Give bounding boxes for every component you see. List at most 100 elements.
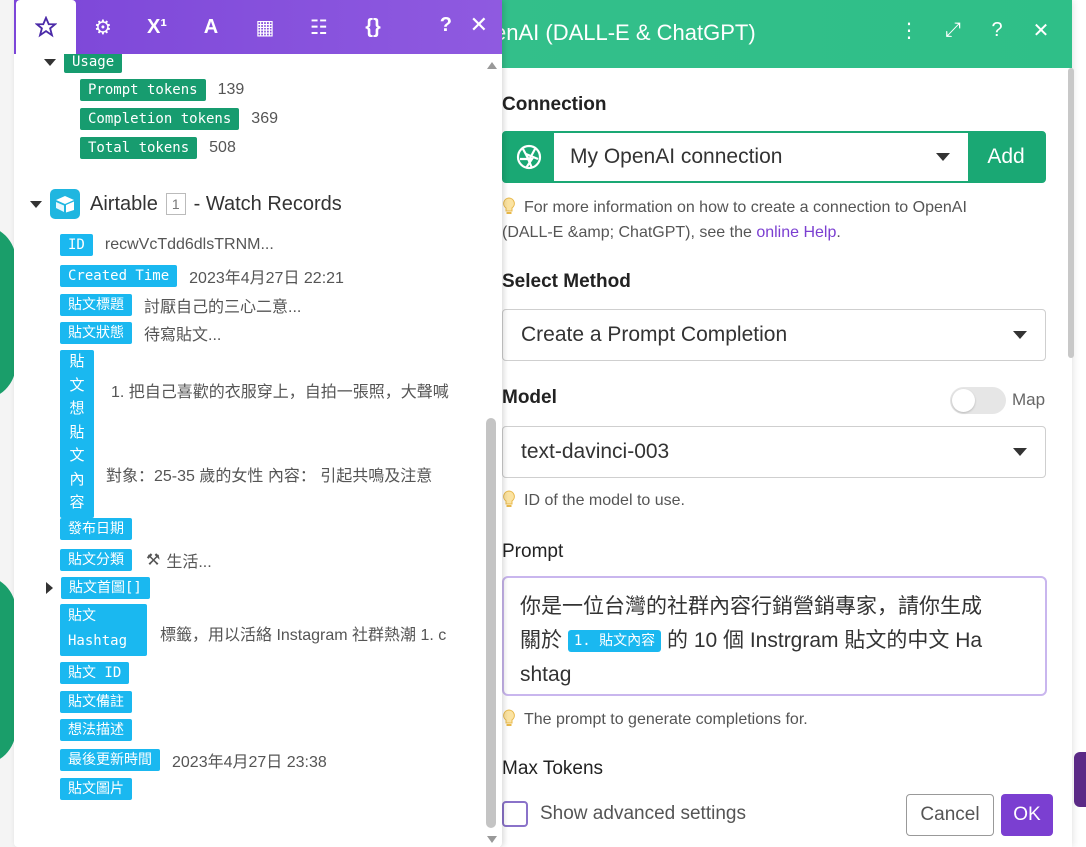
- total-tokens-pill[interactable]: Total tokens: [80, 137, 198, 159]
- usage-pill[interactable]: Usage: [64, 54, 123, 73]
- more-vertical-icon[interactable]: ⋮: [898, 18, 920, 43]
- prompt-tokens-pill[interactable]: Prompt tokens: [80, 79, 206, 101]
- close-icon[interactable]: ✕: [470, 12, 488, 38]
- calendar-icon: ▦: [255, 16, 275, 39]
- tab-gear-icon[interactable]: ⚙: [76, 0, 130, 54]
- connection-label: Connection: [502, 94, 607, 115]
- tab-braces-icon[interactable]: {}: [346, 0, 400, 54]
- connection-hint-text: For more information on how to create a …: [524, 199, 967, 216]
- chevron-down-icon: [1013, 331, 1027, 339]
- pill-char: 文: [69, 376, 85, 394]
- tab-calendar-icon[interactable]: ▦: [238, 0, 292, 54]
- tab-table-icon[interactable]: ☷: [292, 0, 346, 54]
- field-pill-id[interactable]: ID: [60, 234, 93, 256]
- gear-icon: ⚙: [94, 16, 112, 39]
- chevron-right-icon[interactable]: [46, 582, 53, 594]
- openai-logo-icon: [504, 133, 554, 181]
- canvas-edge-decoration: [1074, 752, 1086, 807]
- tab-star-icon[interactable]: [16, 0, 76, 54]
- field-pill-post-category[interactable]: 貼文分類: [60, 549, 132, 571]
- list-item[interactable]: 想法描述: [60, 719, 132, 741]
- expand-icon[interactable]: ⤢: [942, 19, 964, 42]
- field-pill-cover-image[interactable]: 貼文首圖[]: [61, 577, 150, 599]
- model-select[interactable]: text-davinci-003: [502, 426, 1046, 478]
- chevron-down-icon[interactable]: [44, 58, 56, 66]
- ok-button[interactable]: OK: [1001, 794, 1053, 836]
- module-name: Airtable: [90, 192, 158, 215]
- connection-select[interactable]: My OpenAI connection: [554, 133, 968, 181]
- list-item[interactable]: 貼文備註: [60, 691, 132, 713]
- list-item[interactable]: Created Time 2023年4月27日 22:21: [60, 264, 344, 288]
- field-pill-post-note[interactable]: 貼文備註: [60, 691, 132, 713]
- help-icon[interactable]: ?: [440, 14, 452, 37]
- list-item[interactable]: 最後更新時間 2023年4月27日 23:38: [60, 748, 327, 772]
- field-pill-post-image[interactable]: 貼文圖片: [60, 778, 132, 800]
- field-value-post-category: 生活...: [166, 554, 212, 571]
- list-item[interactable]: 貼文標題 討厭自己的三心二意...: [60, 293, 301, 317]
- field-value-text: 1. 把自己喜歡的衣服穿上，自拍一張照，大聲喊: [111, 384, 449, 401]
- tree-node-usage[interactable]: Usage: [44, 54, 123, 73]
- field-pill-post-idea-content[interactable]: 貼 文 想 貼 文 內 容: [60, 350, 94, 518]
- method-select[interactable]: Create a Prompt Completion: [502, 309, 1046, 361]
- list-item[interactable]: 貼文狀態 待寫貼文...: [60, 321, 221, 345]
- list-item[interactable]: 發布日期: [60, 518, 132, 540]
- airtable-logo-icon: [50, 189, 80, 219]
- help-icon[interactable]: ?: [986, 19, 1008, 42]
- tree-node-cover-image[interactable]: 貼文首圖[]: [46, 577, 150, 599]
- module-action: - Watch Records: [193, 192, 342, 215]
- online-help-link[interactable]: online Help: [756, 224, 836, 241]
- field-value-post-content: 對象：25-35 歲的女性 內容： 引起共鳴及注意: [106, 462, 471, 486]
- text-icon: A: [203, 15, 219, 38]
- field-pill-created-time[interactable]: Created Time: [60, 265, 178, 287]
- prompt-input[interactable]: 你是一位台灣的社群內容行銷營銷專家，請你生成 關於 1. 貼文內容 的 10 個…: [502, 576, 1047, 696]
- connection-select-group: My OpenAI connection Add: [502, 131, 1046, 183]
- mapping-tabs: ⚙ X¹ A ▦ ☷ {} ? ✕: [14, 0, 502, 54]
- scroll-down-icon[interactable]: [487, 836, 497, 843]
- advanced-settings-row[interactable]: Show advanced settings: [502, 801, 746, 827]
- tree-node-airtable[interactable]: Airtable 1 - Watch Records: [30, 189, 342, 219]
- prompt-mapped-pill[interactable]: 1. 貼文內容: [567, 630, 662, 652]
- close-icon[interactable]: ✕: [1030, 18, 1052, 43]
- field-pill-post-id[interactable]: 貼文 ID: [60, 662, 130, 684]
- tool-icon: ⚒: [146, 552, 161, 569]
- chevron-down-icon: [1013, 448, 1027, 456]
- list-item[interactable]: ID recwVcTdd6dlsTRNM...: [60, 234, 274, 256]
- field-value-text: 對象：25-35 歲的女性 內容： 引起共鳴及注意: [106, 468, 433, 485]
- cancel-button[interactable]: Cancel: [906, 794, 994, 836]
- model-hint-text: ID of the model to use.: [524, 492, 685, 509]
- field-pill-publish-date[interactable]: 發布日期: [60, 518, 132, 540]
- map-toggle[interactable]: [950, 387, 1006, 414]
- tab-text-icon[interactable]: A: [184, 0, 238, 54]
- advanced-settings-checkbox[interactable]: [502, 801, 528, 827]
- module-number-badge: 1: [165, 193, 186, 215]
- lightbulb-icon: [503, 490, 515, 507]
- pill-char: 貼: [69, 423, 85, 441]
- select-method-label: Select Method: [502, 271, 631, 292]
- field-pill-post-hashtag[interactable]: 貼文 Hashtag: [60, 604, 147, 656]
- chevron-down-icon[interactable]: [30, 200, 42, 208]
- list-item[interactable]: Prompt tokens 139: [80, 79, 244, 101]
- dialog-header: enAI (DALL-E & ChatGPT) ⋮ ⤢ ? ✕: [490, 0, 1072, 68]
- completion-tokens-pill[interactable]: Completion tokens: [80, 108, 240, 130]
- braces-icon: {}: [365, 15, 381, 38]
- model-label: Model: [502, 387, 557, 408]
- list-item[interactable]: 貼文 ID: [60, 662, 130, 684]
- field-pill-last-updated[interactable]: 最後更新時間: [60, 749, 160, 771]
- list-item[interactable]: Total tokens 508: [80, 137, 236, 159]
- scrollbar-thumb[interactable]: [486, 418, 496, 828]
- connection-hint-end: .: [836, 224, 841, 241]
- connection-value: My OpenAI connection: [570, 145, 783, 168]
- dialog-scrollbar[interactable]: [1068, 68, 1074, 358]
- list-item[interactable]: 貼文圖片: [60, 778, 132, 800]
- field-value-post-title: 討厭自己的三心二意...: [144, 299, 302, 316]
- scroll-up-icon[interactable]: [487, 62, 497, 69]
- mapping-scrollbar[interactable]: [484, 54, 500, 847]
- add-connection-button[interactable]: Add: [968, 133, 1044, 181]
- list-item[interactable]: Completion tokens 369: [80, 108, 278, 130]
- max-tokens-label: Max Tokens: [502, 758, 604, 779]
- field-pill-post-status[interactable]: 貼文狀態: [60, 322, 132, 344]
- list-item[interactable]: 貼文分類 ⚒ 生活...: [60, 548, 212, 572]
- field-pill-idea-description[interactable]: 想法描述: [60, 719, 132, 741]
- field-pill-post-title[interactable]: 貼文標題: [60, 294, 132, 316]
- tab-superscript-icon[interactable]: X¹: [130, 0, 184, 54]
